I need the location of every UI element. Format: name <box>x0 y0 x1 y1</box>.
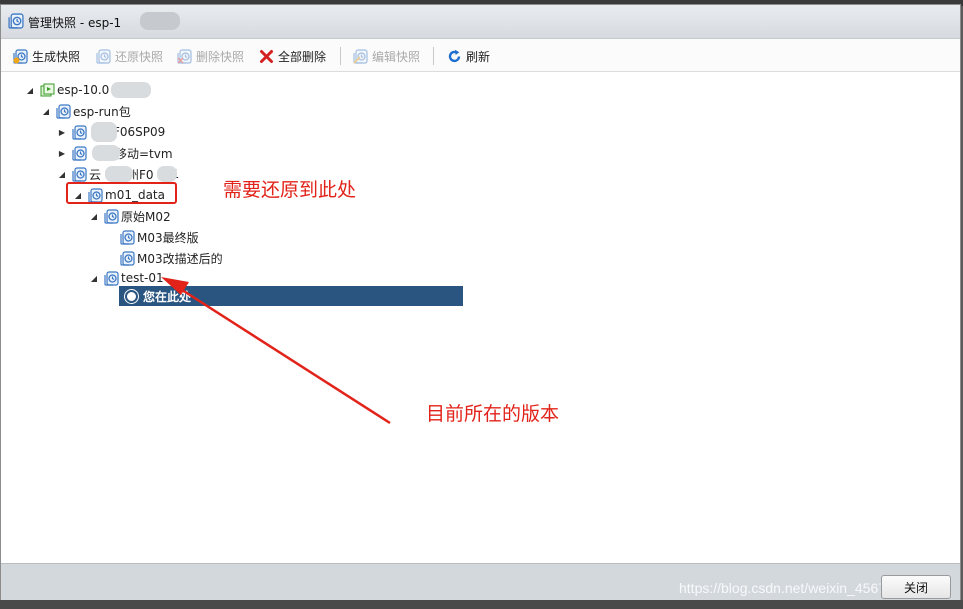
tree-node-label: M03改描述后的 <box>137 251 223 266</box>
collapsed-triangle-icon[interactable]: ▶ <box>57 127 67 137</box>
delete-snapshot-icon <box>177 48 192 64</box>
snapshot-icon <box>56 103 71 119</box>
snapshot-icon <box>104 270 119 286</box>
delete-snapshot-button[interactable]: 删除快照 <box>177 47 244 65</box>
delete-all-button[interactable]: 全部删除 <box>259 47 326 65</box>
tree-node-m03-desc[interactable]: M03改描述后的 <box>120 249 223 267</box>
collapsed-triangle-icon[interactable]: ▶ <box>57 148 67 158</box>
tree-node-esp-run[interactable]: ◢ esp-run包 <box>41 102 131 120</box>
tree-node-label: esp-10.0 <box>57 83 110 97</box>
tree-node-yuanshi[interactable]: ◢ 原始M02 <box>89 207 171 225</box>
expanded-triangle-icon[interactable]: ◢ <box>89 211 99 221</box>
manage-snapshots-dialog: 管理快照 - esp-13 生成快照 还原快照 删除快照 全部删除 编辑快照 刷 <box>0 4 961 602</box>
expanded-triangle-icon[interactable]: ◢ <box>25 85 35 95</box>
restore-snapshot-button[interactable]: 还原快照 <box>96 47 163 65</box>
refresh-icon <box>448 49 461 62</box>
tree-node-label: test-01 <box>121 271 164 285</box>
redacted-mask <box>105 166 133 182</box>
snapshot-toolbar: 生成快照 还原快照 删除快照 全部删除 编辑快照 刷新 <box>1 39 960 72</box>
close-button[interactable]: 关闭 <box>881 575 951 599</box>
annotation-restore-here: 需要还原到此处 <box>223 179 357 201</box>
virtual-machine-icon <box>40 83 55 96</box>
dialog-titlebar: 管理快照 - esp-13 <box>1 5 960 39</box>
snapshot-icon <box>120 229 135 245</box>
annotation-current-version: 目前所在的版本 <box>426 403 560 425</box>
tree-node-label: 原始M02 <box>121 209 171 224</box>
tree-node-label: F06SP09 <box>113 125 166 139</box>
redacted-mask <box>157 166 177 182</box>
dialog-title-text: 管理快照 - esp-1 <box>28 16 122 30</box>
snapshot-manager-icon <box>8 13 24 29</box>
background-window-strip <box>0 600 963 609</box>
edit-snapshot-label: 编辑快照 <box>372 49 421 64</box>
redacted-mask <box>140 12 180 30</box>
refresh-label: 刷新 <box>466 49 491 64</box>
edit-snapshot-button[interactable]: 编辑快照 <box>353 47 420 65</box>
create-snapshot-button[interactable]: 生成快照 <box>13 47 80 65</box>
expanded-triangle-icon[interactable]: ◢ <box>41 106 51 116</box>
toolbar-separator <box>433 47 434 65</box>
delete-all-icon <box>260 49 273 63</box>
create-snapshot-icon <box>13 48 28 64</box>
edit-snapshot-icon <box>353 48 368 64</box>
delete-snapshot-label: 删除快照 <box>196 49 245 64</box>
toolbar-separator <box>340 47 341 65</box>
snapshot-icon <box>104 208 119 224</box>
dialog-footer: https://blog.csdn.net/weixin_45670089 关闭 <box>1 563 960 602</box>
tree-node-label: 移动=tvm <box>115 146 173 161</box>
redacted-mask <box>92 145 120 161</box>
expanded-triangle-icon[interactable]: ◢ <box>89 273 99 283</box>
delete-all-label: 全部删除 <box>278 49 327 64</box>
tree-node-label: esp-run包 <box>73 104 131 119</box>
restore-snapshot-icon <box>96 48 111 64</box>
snapshot-tree: ◢ esp-10.0 3 ◢ esp-run包 ▶ F06SP09 ▶ 移动=t… <box>1 72 960 552</box>
snapshot-icon <box>72 124 87 140</box>
tree-node-test01[interactable]: ◢ test-01 <box>89 269 164 287</box>
snapshot-icon <box>72 166 87 182</box>
annotation-highlight-box <box>66 182 177 204</box>
current-location-icon <box>125 289 138 303</box>
create-snapshot-label: 生成快照 <box>32 49 81 64</box>
redacted-mask <box>111 82 151 98</box>
snapshot-icon <box>72 145 87 161</box>
tree-node-label: M03最终版 <box>137 230 199 245</box>
restore-snapshot-label: 还原快照 <box>115 49 164 64</box>
tree-node-m03-final[interactable]: M03最终版 <box>120 228 199 246</box>
refresh-button[interactable]: 刷新 <box>447 47 490 65</box>
redacted-mask <box>91 122 117 142</box>
current-location-label: 您在此处 <box>143 289 192 304</box>
expanded-triangle-icon[interactable]: ◢ <box>57 169 67 179</box>
tree-node-label: 云 <box>89 167 102 182</box>
snapshot-icon <box>120 250 135 266</box>
tree-node-current-location[interactable]: 您在此处 <box>119 286 463 306</box>
